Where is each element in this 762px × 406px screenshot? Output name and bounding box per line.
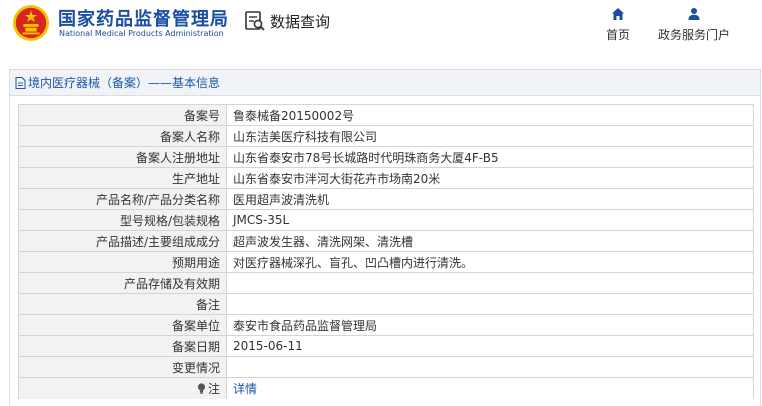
data-query-link[interactable]: 数据查询 [244,8,330,34]
panel-title-text: 境内医疗器械（备案）——基本信息 [28,76,221,90]
row-label: 备案日期 [18,335,227,357]
nav-home-label: 首页 [606,28,631,42]
note-value-cell: 详情 [226,377,754,399]
row-label: 备案号 [18,104,227,126]
table-row: 型号规格/包装规格 JMCS-35L [18,209,754,231]
table-row: 备案单位 泰安市食品药品监督管理局 [18,314,754,336]
row-value [226,272,754,294]
note-row: 注 详情 [18,377,754,399]
row-label: 备注 [18,293,227,315]
note-label-cell: 注 [18,377,227,399]
device-info-panel: 境内医疗器械（备案）——基本信息 备案号 鲁泰械备20150002号 备案人名称… [9,69,761,406]
site-title[interactable]: 国家药品监督管理局 [58,5,229,31]
nav-service-portal[interactable]: 政务服务门户 [658,7,730,43]
site-header: 国家药品监督管理局 National Medical Products Admi… [0,0,762,58]
row-value [226,293,754,315]
user-icon [688,8,700,20]
row-value: 2015-06-11 [226,335,754,357]
panel-title: 境内医疗器械（备案）——基本信息 [10,70,760,96]
row-value: 鲁泰械备20150002号 [226,104,754,126]
row-label: 预期用途 [18,251,227,273]
row-value: 医用超声波清洗机 [226,188,754,210]
row-label: 备案人名称 [18,125,227,147]
row-value: 山东省泰安市泮河大街花卉市场南20米 [226,167,754,189]
row-label: 生产地址 [18,167,227,189]
row-value: 山东省泰安市78号长城路时代明珠商务大厦4F-B5 [226,146,754,168]
details-link[interactable]: 详情 [233,382,257,396]
table-row: 预期用途 对医疗器械深孔、盲孔、凹凸槽内进行清洗。 [18,251,754,273]
row-label: 变更情况 [18,356,227,378]
table-row: 变更情况 [18,356,754,378]
table-row: 产品名称/产品分类名称 医用超声波清洗机 [18,188,754,210]
row-value: 对医疗器械深孔、盲孔、凹凸槽内进行清洗。 [226,251,754,273]
row-value [226,356,754,378]
data-query-icon [245,11,265,31]
row-label: 产品名称/产品分类名称 [18,188,227,210]
lightbulb-icon [197,383,206,394]
table-row: 产品描述/主要组成成分 超声波发生器、清洗网架、清洗槽 [18,230,754,252]
data-query-label: 数据查询 [270,12,331,31]
table-row: 备注 [18,293,754,315]
table-row: 备案人注册地址 山东省泰安市78号长城路时代明珠商务大厦4F-B5 [18,146,754,168]
row-value: 山东洁美医疗科技有限公司 [226,125,754,147]
row-label: 产品描述/主要组成成分 [18,230,227,252]
row-label: 备案单位 [18,314,227,336]
document-icon [15,76,26,89]
row-value: 超声波发生器、清洗网架、清洗槽 [226,230,754,252]
home-icon [612,8,624,20]
nav-service-label: 政务服务门户 [658,28,731,42]
national-emblem-logo[interactable] [12,4,50,42]
table-row: 备案日期 2015-06-11 [18,335,754,357]
table-row: 备案人名称 山东洁美医疗科技有限公司 [18,125,754,147]
note-label: 注 [207,381,220,396]
row-label: 备案人注册地址 [18,146,227,168]
table-row: 产品存储及有效期 [18,272,754,294]
row-label: 型号规格/包装规格 [18,209,227,231]
device-info-table: 备案号 鲁泰械备20150002号 备案人名称 山东洁美医疗科技有限公司 备案人… [18,104,754,399]
row-label: 产品存储及有效期 [18,272,227,294]
row-value: JMCS-35L [226,209,754,231]
table-row: 备案号 鲁泰械备20150002号 [18,104,754,126]
site-subtitle: National Medical Products Administration [59,29,224,38]
table-row: 生产地址 山东省泰安市泮河大街花卉市场南20米 [18,167,754,189]
row-value: 泰安市食品药品监督管理局 [226,314,754,336]
nav-home[interactable]: 首页 [606,7,630,43]
